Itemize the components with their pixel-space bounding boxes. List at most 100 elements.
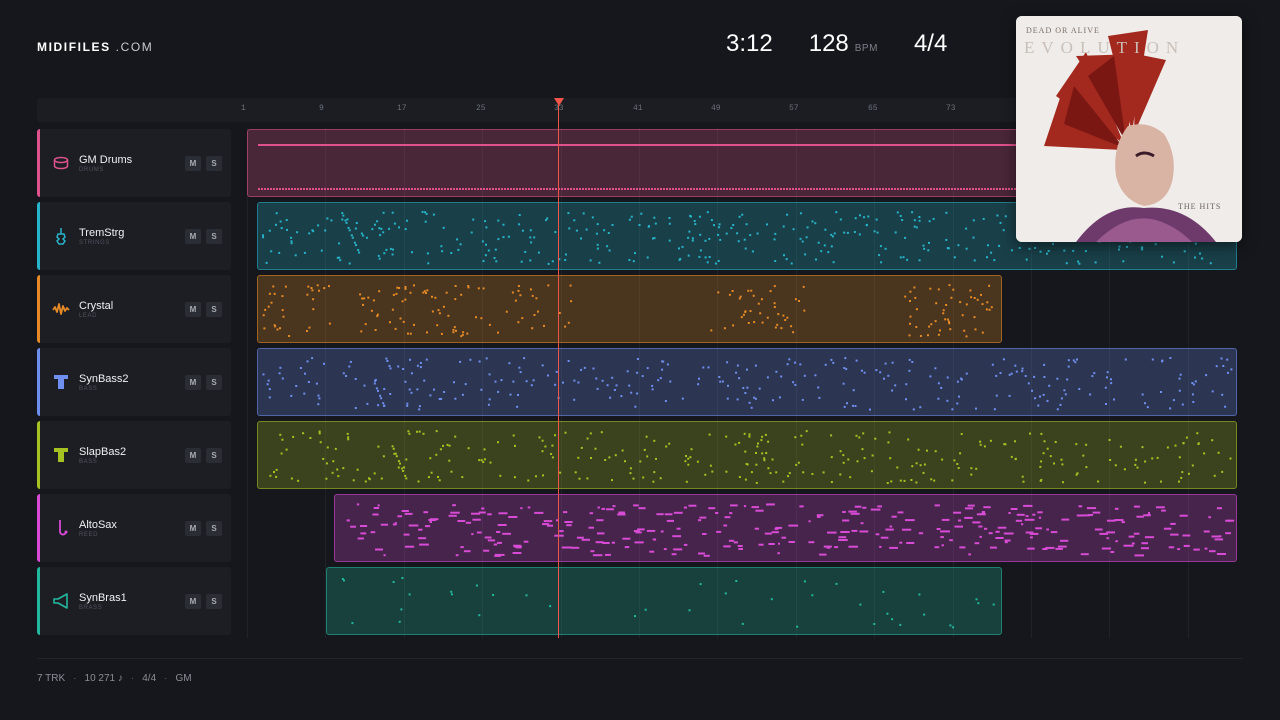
note-mark — [738, 441, 741, 444]
note-mark — [380, 523, 389, 526]
note-mark — [905, 398, 907, 401]
mute-button[interactable]: M — [185, 229, 201, 244]
note-mark — [628, 384, 631, 387]
note-mark — [426, 188, 428, 190]
mute-button[interactable]: M — [185, 521, 201, 536]
note-mark — [830, 245, 833, 248]
track-header-slapbas2[interactable]: SlapBas2 BASS M S — [37, 421, 231, 489]
note-mark — [383, 404, 386, 407]
note-mark — [1114, 464, 1117, 467]
note-mark — [973, 316, 976, 319]
note-mark — [1211, 390, 1214, 393]
note-mark — [803, 309, 806, 312]
note-mark — [500, 379, 503, 382]
solo-button[interactable]: S — [206, 448, 222, 463]
playhead-handle[interactable] — [554, 98, 564, 106]
note-mark — [672, 535, 682, 538]
solo-button[interactable]: S — [206, 375, 222, 390]
note-mark — [346, 432, 349, 435]
track-header-synbass2[interactable]: SynBass2 BASS M S — [37, 348, 231, 416]
note-mark — [375, 188, 377, 190]
track-header-synbras1[interactable]: SynBras1 BRASS M S — [37, 567, 231, 635]
note-mark — [834, 546, 839, 549]
note-mark — [999, 221, 1002, 224]
note-mark — [771, 458, 774, 461]
note-mark — [325, 462, 328, 465]
note-mark — [993, 408, 996, 411]
note-mark — [273, 471, 275, 473]
note-mark — [360, 188, 362, 190]
solo-button[interactable]: S — [206, 302, 222, 317]
note-mark — [397, 515, 403, 518]
note-mark — [351, 622, 354, 625]
note-mark — [378, 188, 380, 190]
note-mark — [585, 188, 587, 190]
solo-button[interactable]: S — [206, 594, 222, 609]
playhead[interactable] — [558, 98, 559, 638]
note-mark — [628, 259, 631, 261]
note-mark — [460, 293, 463, 296]
note-mark — [787, 475, 789, 478]
note-mark — [471, 533, 474, 536]
note-mark — [484, 254, 487, 257]
track-header-altosax[interactable]: AltoSax REED M S — [37, 494, 231, 562]
note-mark — [388, 227, 391, 230]
track-header-crystal[interactable]: Crystal LEAD M S — [37, 275, 231, 343]
midi-region-altosax[interactable] — [334, 494, 1237, 562]
solo-button[interactable]: S — [206, 156, 222, 171]
mute-button[interactable]: M — [185, 156, 201, 171]
note-mark — [1025, 531, 1034, 534]
track-header-gm-drums[interactable]: GM Drums DRUMS M S — [37, 129, 231, 197]
note-mark — [858, 233, 861, 236]
note-mark — [863, 216, 865, 219]
note-mark — [720, 188, 722, 190]
note-mark — [542, 474, 544, 477]
note-mark — [918, 216, 921, 218]
note-mark — [1227, 371, 1229, 374]
midi-region-crystal[interactable] — [257, 275, 1002, 343]
mute-button[interactable]: M — [185, 375, 201, 390]
note-mark — [414, 188, 416, 190]
note-mark — [493, 257, 496, 259]
note-mark — [972, 521, 981, 524]
midi-region-synbras1[interactable] — [326, 567, 1002, 635]
note-mark — [404, 298, 407, 301]
note-mark — [318, 188, 320, 190]
note-mark — [894, 188, 896, 190]
note-mark — [1110, 378, 1112, 381]
mute-button[interactable]: M — [185, 594, 201, 609]
mute-button[interactable]: M — [185, 448, 201, 463]
solo-button[interactable]: S — [206, 229, 222, 244]
album-artist: DEAD OR ALIVE — [1026, 26, 1100, 35]
note-mark — [554, 434, 556, 437]
midi-region-slapbas2[interactable] — [257, 421, 1237, 489]
note-mark — [1182, 534, 1191, 537]
note-mark — [577, 456, 580, 459]
note-mark — [389, 393, 392, 395]
note-mark — [740, 316, 743, 319]
note-mark — [765, 188, 767, 190]
note-mark — [402, 320, 405, 323]
note-mark — [507, 188, 509, 190]
note-mark — [1021, 523, 1024, 526]
midi-region-synbass2[interactable] — [257, 348, 1237, 416]
note-mark — [1193, 548, 1200, 551]
note-mark — [1222, 365, 1225, 367]
track-header-tremstrg[interactable]: TremStrg STRINGS M S — [37, 202, 231, 270]
note-mark — [673, 511, 683, 514]
note-mark — [540, 188, 542, 190]
note-mark — [806, 226, 809, 229]
solo-button[interactable]: S — [206, 521, 222, 536]
note-mark — [343, 579, 345, 582]
note-mark — [847, 458, 850, 461]
note-mark — [915, 326, 918, 328]
mute-button[interactable]: M — [185, 302, 201, 317]
note-mark — [1010, 249, 1013, 252]
note-mark — [1075, 443, 1078, 446]
note-mark — [634, 615, 636, 618]
note-mark — [1148, 512, 1150, 514]
note-mark — [668, 442, 671, 445]
note-mark — [973, 297, 976, 299]
note-mark — [688, 504, 697, 507]
note-mark — [435, 453, 438, 456]
